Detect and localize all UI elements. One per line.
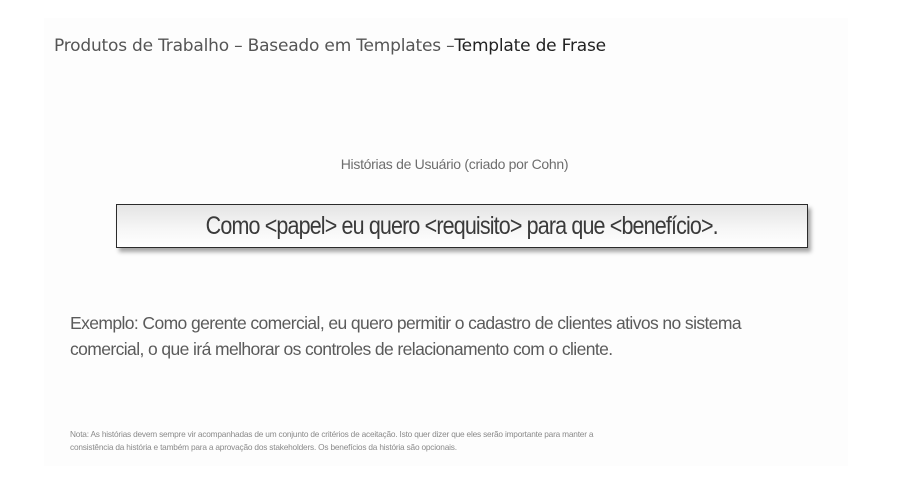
template-sentence: Como <papel> eu quero <requisito> para q…	[205, 211, 719, 240]
slide-title-regular: Produtos de Trabalho – Baseado em Templa…	[54, 36, 455, 56]
example-line-2: comercial, o que irá melhorar os control…	[70, 339, 613, 359]
example-line-1: Exemplo: Como gerente comercial, eu quer…	[70, 313, 742, 333]
slide-title-bold: Template de Frase	[454, 36, 606, 56]
slide-title: Produtos de Trabalho – Baseado em Templa…	[54, 36, 606, 56]
template-box: Como <papel> eu quero <requisito> para q…	[116, 204, 808, 248]
subtitle: Histórias de Usuário (criado por Cohn)	[340, 156, 569, 172]
note-text: Nota: As histórias devem sempre vir acom…	[70, 428, 830, 454]
note-line-1: Nota: As histórias devem sempre vir acom…	[70, 429, 594, 439]
note-line-2: consistência da história e também para a…	[70, 442, 457, 452]
example-text: Exemplo: Como gerente comercial, eu quer…	[70, 310, 830, 362]
